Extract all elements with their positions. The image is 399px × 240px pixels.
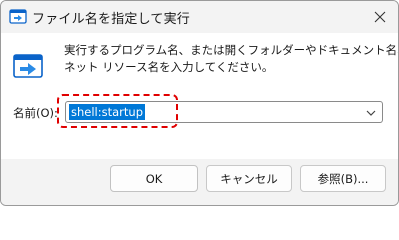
chevron-down-icon — [366, 110, 376, 116]
description-line-1: 実行するプログラム名、または開くフォルダーやドキュメント名、インター — [64, 43, 398, 57]
window-title: ファイル名を指定して実行 — [32, 12, 191, 27]
run-dialog-icon — [12, 51, 44, 83]
open-field-label: 名前(O): — [13, 106, 58, 120]
dialog-footer: OK キャンセル 参照(B)... — [1, 159, 398, 205]
dropdown-button[interactable] — [364, 105, 378, 119]
browse-button[interactable]: 参照(B)... — [300, 165, 386, 192]
dialog-content: 実行するプログラム名、または開くフォルダーやドキュメント名、インター ネット リ… — [1, 33, 398, 159]
cancel-button[interactable]: キャンセル — [206, 165, 292, 192]
run-app-icon — [9, 8, 27, 26]
open-input-value[interactable]: shell:startup — [69, 104, 145, 120]
description-line-2: ネット リソース名を入力してください。 — [64, 60, 274, 74]
run-dialog: ファイル名を指定して実行 実行するプログラム名、または開くフォルダーやドキュメン… — [0, 0, 399, 206]
ok-button[interactable]: OK — [110, 165, 198, 192]
title-bar[interactable]: ファイル名を指定して実行 — [1, 1, 398, 33]
open-combobox[interactable]: shell:startup — [65, 101, 383, 123]
dialog-description: 実行するプログラム名、または開くフォルダーやドキュメント名、インター ネット リ… — [64, 42, 398, 76]
close-button[interactable] — [362, 1, 398, 33]
close-icon — [374, 11, 386, 23]
